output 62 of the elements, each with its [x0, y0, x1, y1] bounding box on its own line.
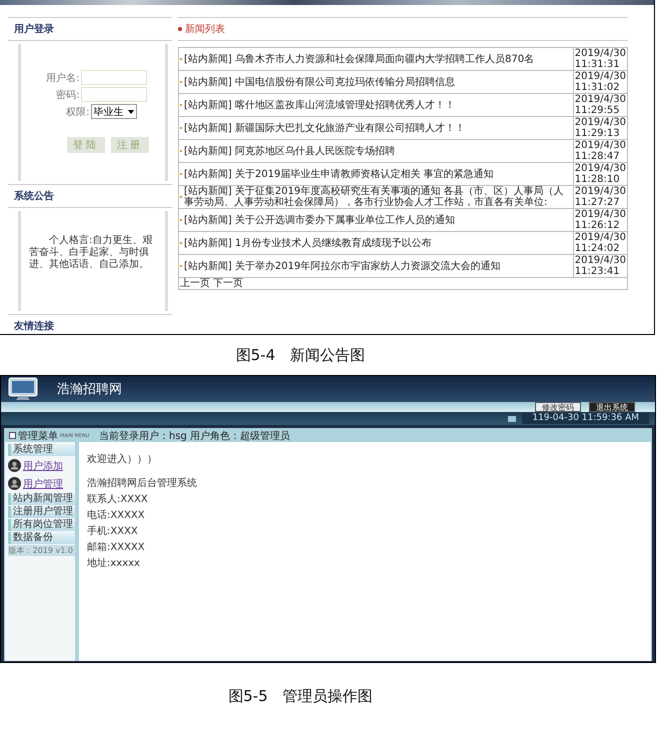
menu-icon [9, 432, 16, 439]
time-text: 11:31:31 [574, 59, 621, 70]
content-text: 地址:xxxxx [87, 558, 141, 570]
notice-text: 个人格言:自力更生、艰苦奋斗、白手起家、与时俱进、其他话语、自己添加。 [29, 235, 152, 270]
prev-page-link[interactable]: 上一页 [180, 278, 210, 289]
content-text: 浩瀚招聘网后台管理系统 [87, 478, 198, 490]
change-password-button[interactable]: 修改密码 [535, 402, 581, 412]
section-title: 友情连接 [8, 314, 172, 334]
menu-link[interactable]: 用户管理 [23, 476, 63, 490]
date-text: 2019/4/30 [574, 117, 626, 128]
date-text: 2019/4/30 [574, 209, 626, 220]
date-text: 2019/4/30 [574, 94, 626, 105]
section-title: 用户登录 [8, 17, 172, 41]
menu-section[interactable]: 所有岗位管理 [8, 519, 75, 531]
bullet-icon [178, 27, 182, 31]
time-text: 11:29:13 [574, 128, 621, 139]
content-text: 电话:XXXXX [87, 510, 146, 522]
input-field[interactable] [80, 87, 146, 102]
figure-caption: 图5-4 新闻公告图 [236, 346, 366, 364]
user-icon [8, 477, 21, 490]
content-text: 手机:XXXX [87, 526, 139, 538]
logout-button[interactable]: 退出系统 [589, 402, 635, 412]
menu-link[interactable]: 用户添加 [23, 458, 63, 472]
screen-icon [508, 416, 516, 422]
field-label: 用户名: [45, 72, 80, 84]
time-text: 11:26:12 [574, 220, 621, 231]
news-title: 新闻列表 [185, 22, 225, 36]
date-text: 2019/4/30 [574, 48, 626, 59]
next-page-link[interactable]: 下一页 [213, 278, 243, 289]
field-label: 密码: [55, 88, 80, 102]
content-text: 联系人:XXXX [87, 494, 149, 506]
menu-section[interactable]: 数据备份 [8, 532, 75, 544]
figure-caption: 图5-5 管理员操作图 [228, 686, 373, 706]
time-text: 11:29:55 [574, 105, 621, 116]
current-user-text: 当前登录用户：hsg 用户角色：超级管理员 [98, 430, 290, 442]
dropdown-arrow-icon [128, 110, 134, 114]
date-text: 2019/4/30 [574, 186, 626, 197]
user-icon [8, 459, 21, 472]
version-text: 版本：2019 v1.0 [8, 545, 75, 556]
time-text: 11:24:02 [574, 243, 621, 254]
date-text: 2019/4/30 [574, 255, 626, 266]
menu-section[interactable]: 注册用户管理 [8, 506, 75, 518]
date-text: 2019/4/30 [574, 163, 626, 174]
field-label: 权限: [65, 106, 90, 118]
content-text: 欢迎进入））） [87, 454, 158, 466]
time-text: 11:28:10 [574, 174, 621, 185]
role-select[interactable]: 毕业生 [90, 104, 136, 119]
content-text: 邮箱:XXXXX [87, 542, 146, 554]
time-text: 11:27:27 [574, 197, 621, 208]
time-text: 11:28:47 [574, 151, 621, 162]
menu-section[interactable]: 系统管理 [8, 444, 75, 456]
date-time: 119-04-30 11:59:36 AM [522, 413, 649, 424]
date-text: 2019/4/30 [574, 140, 626, 151]
time-text: 11:31:02 [574, 82, 621, 93]
time-text: 11:23:41 [574, 266, 621, 277]
date-text: 2019/4/30 [574, 71, 626, 82]
input-field[interactable] [80, 70, 146, 85]
date-text: 2019/4/30 [574, 232, 626, 243]
section-title: 系统公告 [8, 184, 172, 208]
menu-title: 管理菜单 [18, 430, 58, 442]
site-title: 浩瀚招聘网 [57, 381, 122, 398]
menu-section[interactable]: 站内新闻管理 [8, 493, 75, 505]
